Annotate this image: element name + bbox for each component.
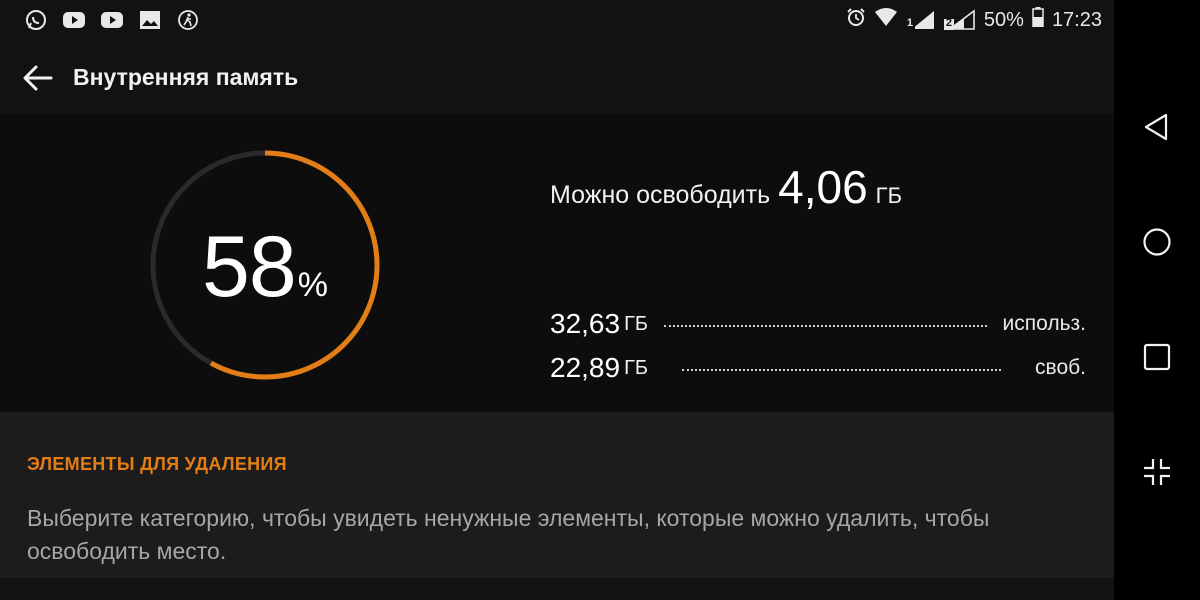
signal-sim1-icon: 1	[905, 9, 936, 31]
battery-percent: 50%	[983, 8, 1024, 31]
used-space-row: 32,63 ГБ использ.	[550, 308, 1086, 340]
app-screen: 1 2 50% 17:23 Внутренняя память 58% Можн…	[0, 0, 1114, 600]
free-unit: ГБ	[624, 356, 649, 379]
freeable-unit: ГБ	[875, 183, 903, 208]
page-title: Внутренняя память	[73, 64, 299, 90]
cleanup-section[interactable]: ЭЛЕМЕНТЫ ДЛЯ УДАЛЕНИЯ Выберите категорию…	[0, 412, 1114, 578]
free-caption: своб.	[1035, 356, 1086, 379]
free-amount: 22,89	[550, 352, 621, 383]
whatsapp-icon	[24, 8, 48, 32]
sim1-label: 1	[906, 17, 914, 29]
dotted-leader	[664, 325, 987, 327]
usage-percent: 58%	[150, 218, 380, 317]
signal-sim2-icon: 2	[943, 9, 976, 31]
status-bar: 1 2 50% 17:23	[0, 0, 1114, 40]
fitness-icon	[176, 8, 200, 32]
used-unit: ГБ	[624, 312, 649, 335]
notification-icons	[24, 8, 200, 32]
usage-percent-value: 58	[202, 219, 297, 315]
nav-recents-icon[interactable]	[1134, 334, 1180, 380]
freeable-space: Можно освободить 4,06 ГБ	[550, 160, 902, 214]
gallery-icon	[138, 8, 162, 32]
section-description: Выберите категорию, чтобы увидеть ненужн…	[27, 505, 990, 564]
back-arrow-icon[interactable]	[18, 58, 58, 98]
list-divider	[0, 578, 1114, 600]
alarm-icon	[846, 7, 866, 33]
nav-home-icon[interactable]	[1134, 219, 1180, 265]
sim2-label: 2	[945, 17, 953, 29]
used-caption: использ.	[1002, 312, 1086, 335]
free-space-row: 22,89 ГБ своб.	[550, 352, 1086, 384]
freeable-label: Можно освободить	[550, 181, 771, 209]
youtube-icon	[62, 8, 86, 32]
app-bar: Внутренняя память	[0, 40, 1114, 114]
percent-symbol: %	[297, 266, 328, 304]
wifi-icon	[874, 7, 898, 33]
section-title: ЭЛЕМЕНТЫ ДЛЯ УДАЛЕНИЯ	[27, 454, 287, 474]
storage-summary: 58% Можно освободить 4,06 ГБ 32,63 ГБ ис…	[0, 114, 1114, 412]
dotted-leader	[682, 369, 1002, 371]
nav-collapse-icon[interactable]	[1134, 449, 1180, 495]
youtube-icon	[100, 8, 124, 32]
clock: 17:23	[1051, 8, 1102, 31]
system-indicators: 1 2 50% 17:23	[846, 7, 1102, 33]
nav-back-icon[interactable]	[1134, 104, 1180, 150]
freeable-value: 4,06	[778, 161, 868, 213]
used-amount: 32,63	[550, 308, 621, 339]
battery-icon	[1032, 7, 1044, 33]
navigation-bar	[1114, 0, 1200, 600]
